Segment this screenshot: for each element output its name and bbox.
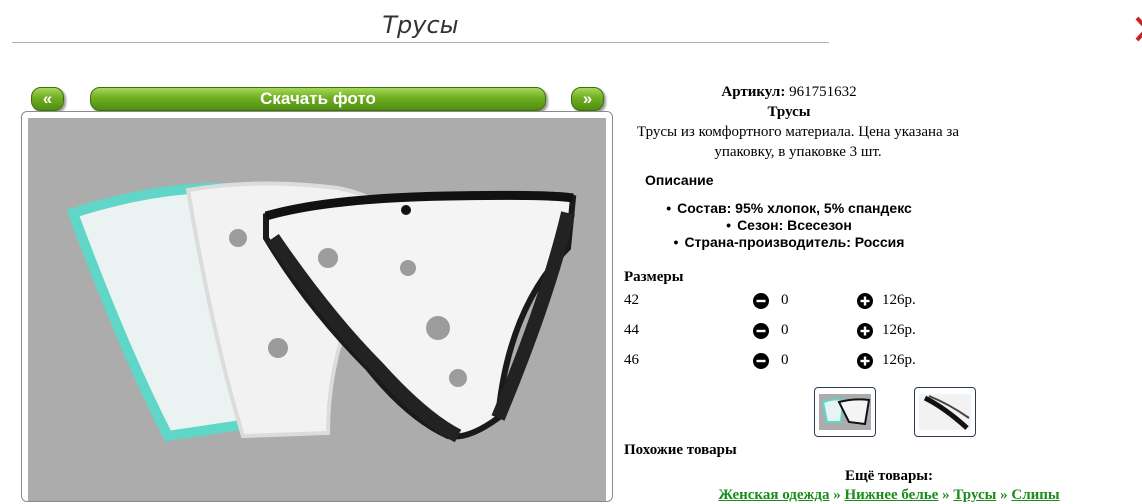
spec-item: • Состав: 95% хлопок, 5% спандекс xyxy=(666,200,912,216)
breadcrumb-link[interactable]: Слипы xyxy=(1011,487,1059,503)
plus-circle-icon[interactable] xyxy=(857,293,873,309)
size-quantity: 0 xyxy=(781,322,789,338)
spec-item: • Страна-производитель: Россия xyxy=(673,234,905,250)
breadcrumb-link[interactable]: Нижнее белье xyxy=(844,487,938,503)
product-photo-frame xyxy=(21,111,613,502)
product-photo[interactable] xyxy=(28,118,606,501)
minus-circle-icon[interactable] xyxy=(753,353,769,369)
size-price: 126р. xyxy=(882,352,916,368)
spec-item: • Сезон: Всесезон xyxy=(726,217,852,233)
size-row: 44 0 126р. xyxy=(624,316,1142,346)
product-info: Артикул: 961751632 Трусы Трусы из комфор… xyxy=(624,82,1142,376)
spec-text: Сезон: Всесезон xyxy=(737,217,852,233)
size-price: 126р. xyxy=(882,322,916,338)
size-row: 42 0 126р. xyxy=(624,286,1142,316)
next-photo-button[interactable]: » xyxy=(571,87,604,111)
close-icon[interactable] xyxy=(1135,16,1142,42)
size-quantity: 0 xyxy=(781,352,789,368)
product-name: Трусы xyxy=(624,102,954,122)
thumbnail-2[interactable] xyxy=(914,387,976,437)
page-title: Трусы xyxy=(12,0,829,43)
panties-illustration xyxy=(66,181,577,443)
minus-circle-icon[interactable] xyxy=(753,323,769,339)
size-label: 44 xyxy=(624,322,639,338)
size-quantity: 0 xyxy=(781,292,789,308)
breadcrumb-separator: » xyxy=(833,487,841,503)
specs-list: • Состав: 95% хлопок, 5% спандекс • Сезон:… xyxy=(624,200,954,251)
spec-text: Страна-производитель: Россия xyxy=(684,234,905,250)
minus-circle-icon[interactable] xyxy=(753,293,769,309)
size-row: 46 0 126р. xyxy=(624,346,1142,376)
thumbnail-1[interactable] xyxy=(814,387,876,437)
plus-circle-icon[interactable] xyxy=(857,353,873,369)
more-products-heading: Ещё товары: xyxy=(844,468,934,484)
article-value: 961751632 xyxy=(789,84,857,100)
thumbnail-image xyxy=(919,394,971,430)
article-line: Артикул: 961751632 xyxy=(624,82,954,102)
download-photo-button[interactable]: Скачать фото xyxy=(90,87,546,111)
breadcrumb-separator: » xyxy=(942,487,950,503)
thumbnail-image xyxy=(819,394,871,430)
breadcrumb-link[interactable]: Женская одежда xyxy=(718,487,829,503)
breadcrumb-link[interactable]: Трусы xyxy=(953,487,996,503)
spec-text: Состав: 95% хлопок, 5% спандекс xyxy=(677,200,912,216)
breadcrumb-separator: » xyxy=(1000,487,1008,503)
product-name-text: Трусы xyxy=(767,104,811,120)
specs-heading: Описание xyxy=(645,172,714,188)
category-breadcrumb: Женская одежда » Нижнее белье » Трусы » … xyxy=(624,487,1142,504)
product-description: Трусы из комфортного материала. Цена ука… xyxy=(636,124,960,160)
similar-products-heading: Похожие товары xyxy=(624,442,737,458)
article-label: Артикул: xyxy=(721,84,786,100)
more-products: Ещё товары: Женская одежда » Нижнее бель… xyxy=(624,468,1142,504)
size-price: 126р. xyxy=(882,292,916,308)
size-label: 46 xyxy=(624,352,639,368)
size-label: 42 xyxy=(624,292,639,308)
plus-circle-icon[interactable] xyxy=(857,323,873,339)
prev-photo-button[interactable]: « xyxy=(31,87,64,111)
sizes-heading: Размеры xyxy=(624,269,684,285)
